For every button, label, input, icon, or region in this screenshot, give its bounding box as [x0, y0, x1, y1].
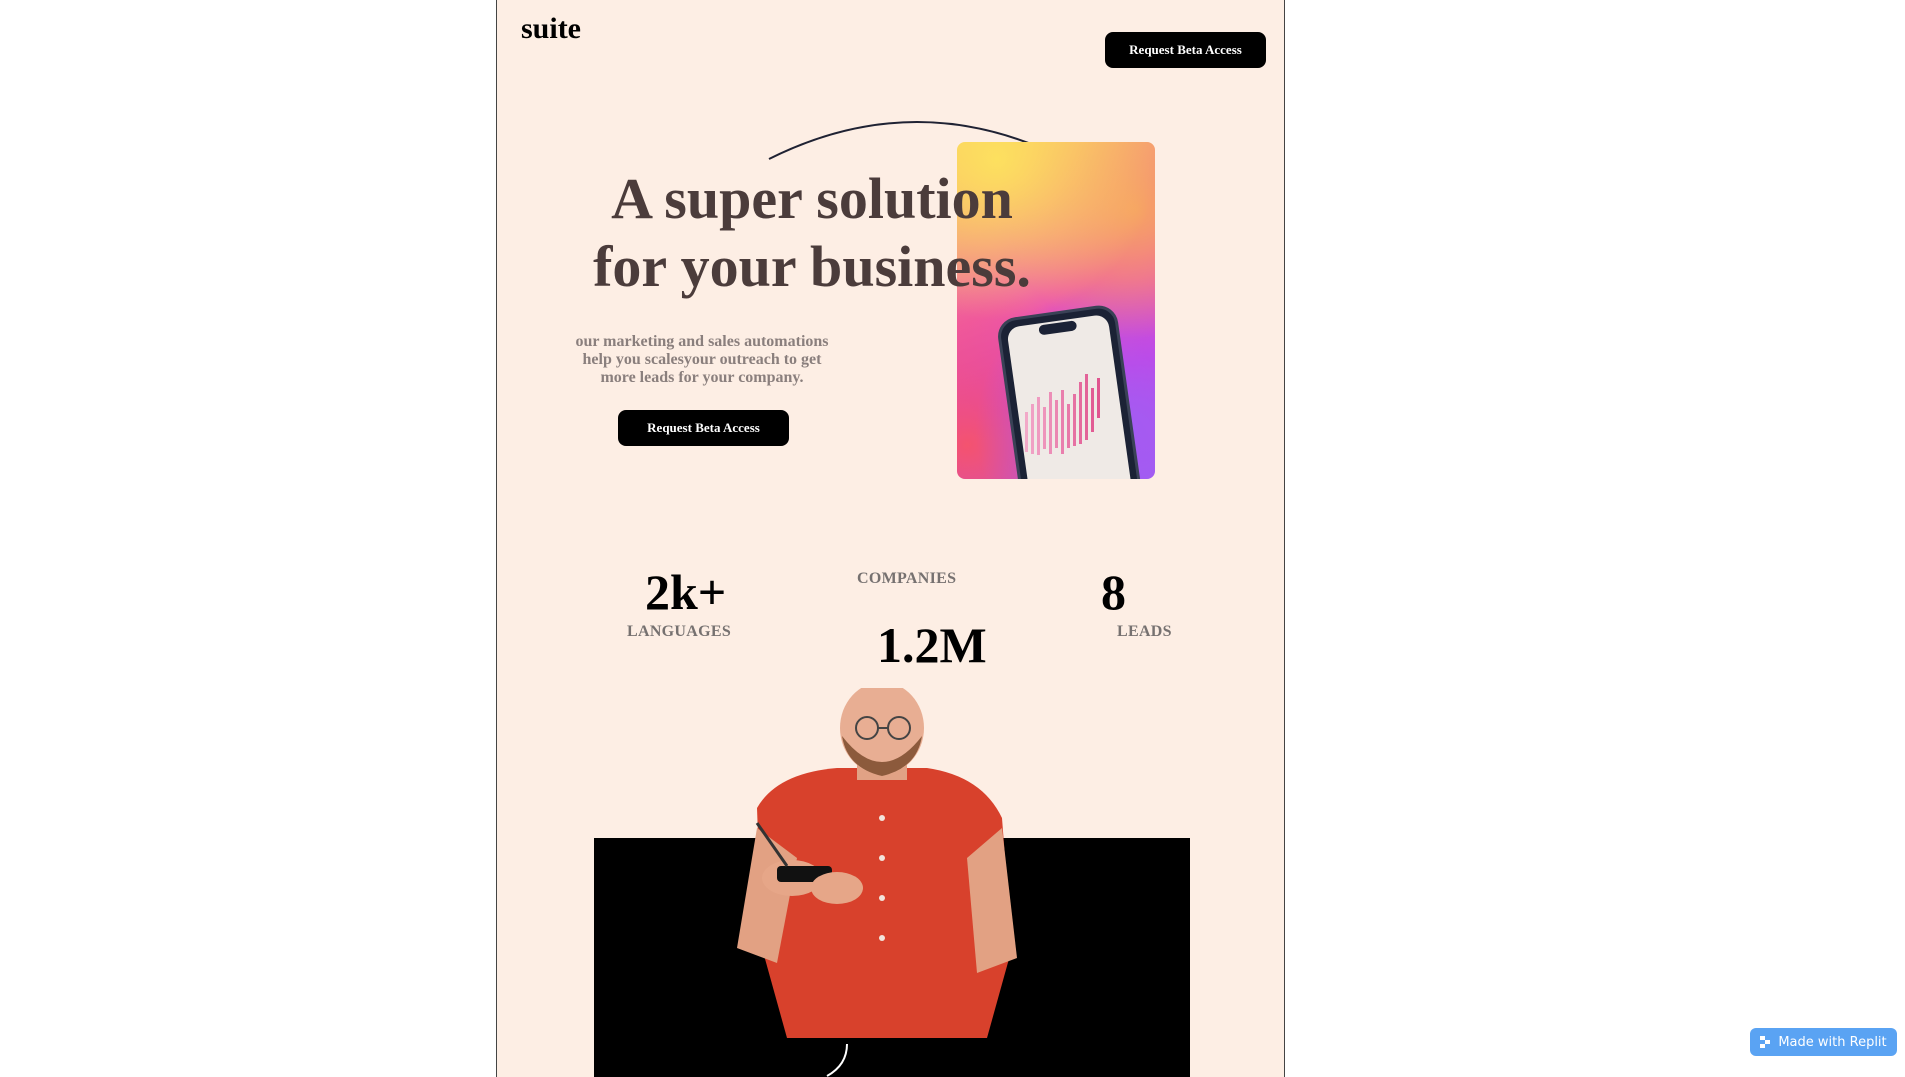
hero-title-line-2: for your business. — [593, 234, 1031, 299]
stat-leads-label: LEADS — [1117, 623, 1172, 640]
hero-title: A super solution for your business. — [557, 165, 1067, 301]
brand-logo[interactable]: suite — [521, 12, 581, 46]
stat-companies-label: COMPANIES — [857, 570, 957, 587]
decorative-curve — [826, 1043, 848, 1077]
stat-languages-value: 2k+ — [645, 564, 727, 620]
landing-page: suite Request Beta Access A super soluti… — [496, 0, 1285, 1077]
hero-request-beta-button[interactable]: Request Beta Access — [618, 410, 789, 446]
person-photo — [717, 688, 1047, 1038]
badge-label: Made with Replit — [1778, 1034, 1887, 1050]
replit-icon — [1760, 1036, 1771, 1048]
nav-request-beta-button[interactable]: Request Beta Access — [1105, 32, 1266, 68]
stat-companies-value: 1.2M — [877, 617, 987, 673]
hero-title-line-1: A super solution — [611, 166, 1013, 231]
hero-subtitle: our marketing and sales automations help… — [575, 333, 829, 386]
made-with-replit-badge[interactable]: Made with Replit — [1750, 1028, 1897, 1056]
stat-leads-value: 8 — [1101, 564, 1126, 620]
stat-languages-label: LANGUAGES — [627, 623, 732, 640]
